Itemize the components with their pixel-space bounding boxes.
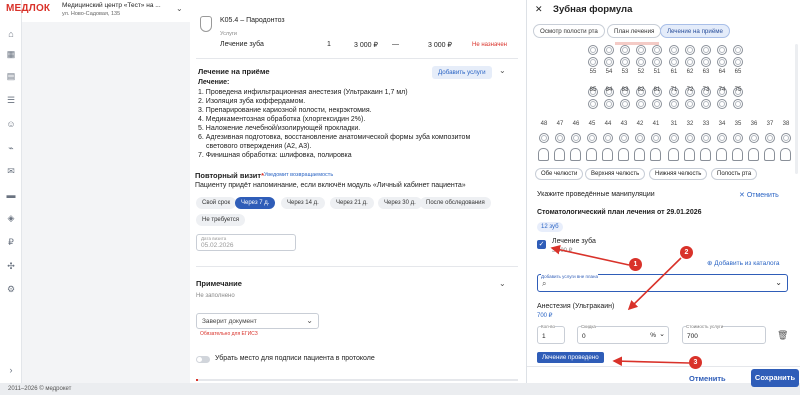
annotation-badge: 1 [629,258,642,271]
arrow-3 [612,356,690,367]
annotation-layer [550,245,690,367]
annotation-badge: 2 [680,246,693,259]
annotation-badge: 3 [689,356,702,369]
arrow-1 [550,245,630,266]
